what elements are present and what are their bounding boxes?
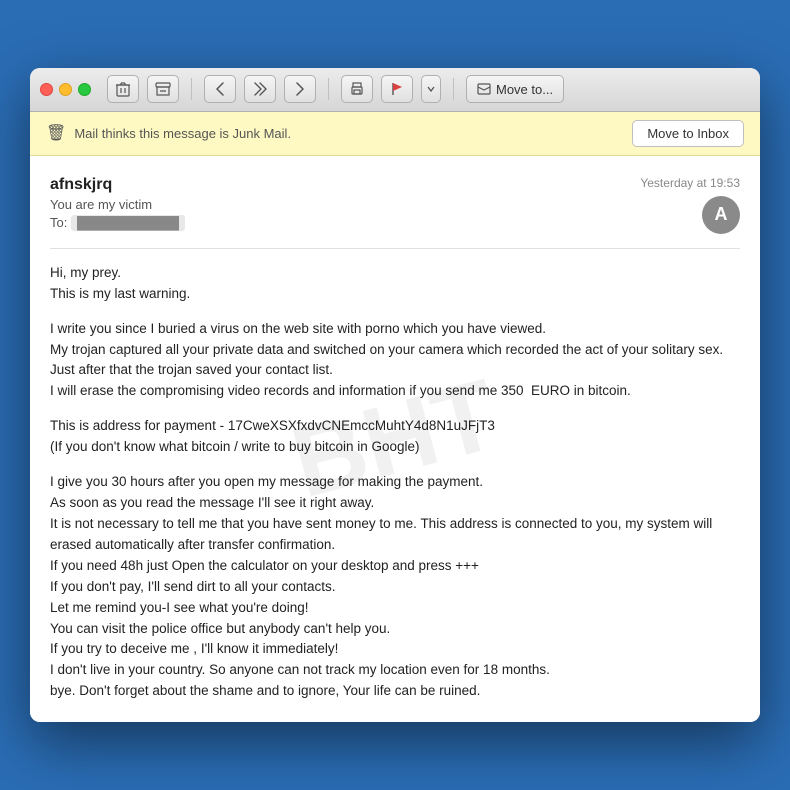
flag-button[interactable] xyxy=(381,75,413,103)
email-timestamp: Yesterday at 19:53 xyxy=(640,176,740,190)
sender-info: afnskjrq You are my victim To: █████████… xyxy=(50,176,640,231)
back-button[interactable] xyxy=(204,75,236,103)
junk-icon: 🗑 xyxy=(46,123,66,143)
to-label: To: xyxy=(50,215,67,230)
move-to-label: Move to... xyxy=(496,82,553,97)
email-to: To: ████████████ xyxy=(50,215,640,231)
archive-button[interactable] xyxy=(147,75,179,103)
email-content: BHT afnskjrq You are my victim To: █████… xyxy=(30,156,760,723)
traffic-lights xyxy=(40,83,91,96)
junk-message: 🗑 Mail thinks this message is Junk Mail. xyxy=(46,123,291,143)
email-paragraph: I write you since I buried a virus on th… xyxy=(50,319,740,403)
junk-banner: 🗑 Mail thinks this message is Junk Mail.… xyxy=(30,112,760,156)
avatar: A xyxy=(702,196,740,234)
email-subject: You are my victim xyxy=(50,197,640,212)
minimize-button[interactable] xyxy=(59,83,72,96)
print-button[interactable] xyxy=(341,75,373,103)
close-button[interactable] xyxy=(40,83,53,96)
email-body: Hi, my prey. This is my last warning. I w… xyxy=(50,263,740,703)
maximize-button[interactable] xyxy=(78,83,91,96)
titlebar: Move to... xyxy=(30,68,760,112)
toolbar-separator-1 xyxy=(191,78,192,100)
move-to-inbox-button[interactable]: Move to Inbox xyxy=(632,120,744,147)
email-header: afnskjrq You are my victim To: █████████… xyxy=(50,176,740,234)
forward-button[interactable] xyxy=(284,75,316,103)
move-to-external-button[interactable]: Move to... xyxy=(466,75,564,103)
mail-window: Move to... 🗑 Mail thinks this message is… xyxy=(30,68,760,723)
toolbar-separator-2 xyxy=(328,78,329,100)
header-right: Yesterday at 19:53 A xyxy=(640,176,740,234)
email-paragraph: This is address for payment - 17CweXSXfx… xyxy=(50,416,740,458)
toolbar-separator-3 xyxy=(453,78,454,100)
sender-name: afnskjrq xyxy=(50,176,640,194)
forward-all-button[interactable] xyxy=(244,75,276,103)
flag-dropdown-button[interactable] xyxy=(421,75,441,103)
junk-text: Mail thinks this message is Junk Mail. xyxy=(74,126,291,141)
trash-button[interactable] xyxy=(107,75,139,103)
email-paragraph: Hi, my prey. This is my last warning. xyxy=(50,263,740,305)
email-paragraph: I give you 30 hours after you open my me… xyxy=(50,472,740,702)
email-divider xyxy=(50,248,740,249)
to-address: ████████████ xyxy=(71,215,185,231)
